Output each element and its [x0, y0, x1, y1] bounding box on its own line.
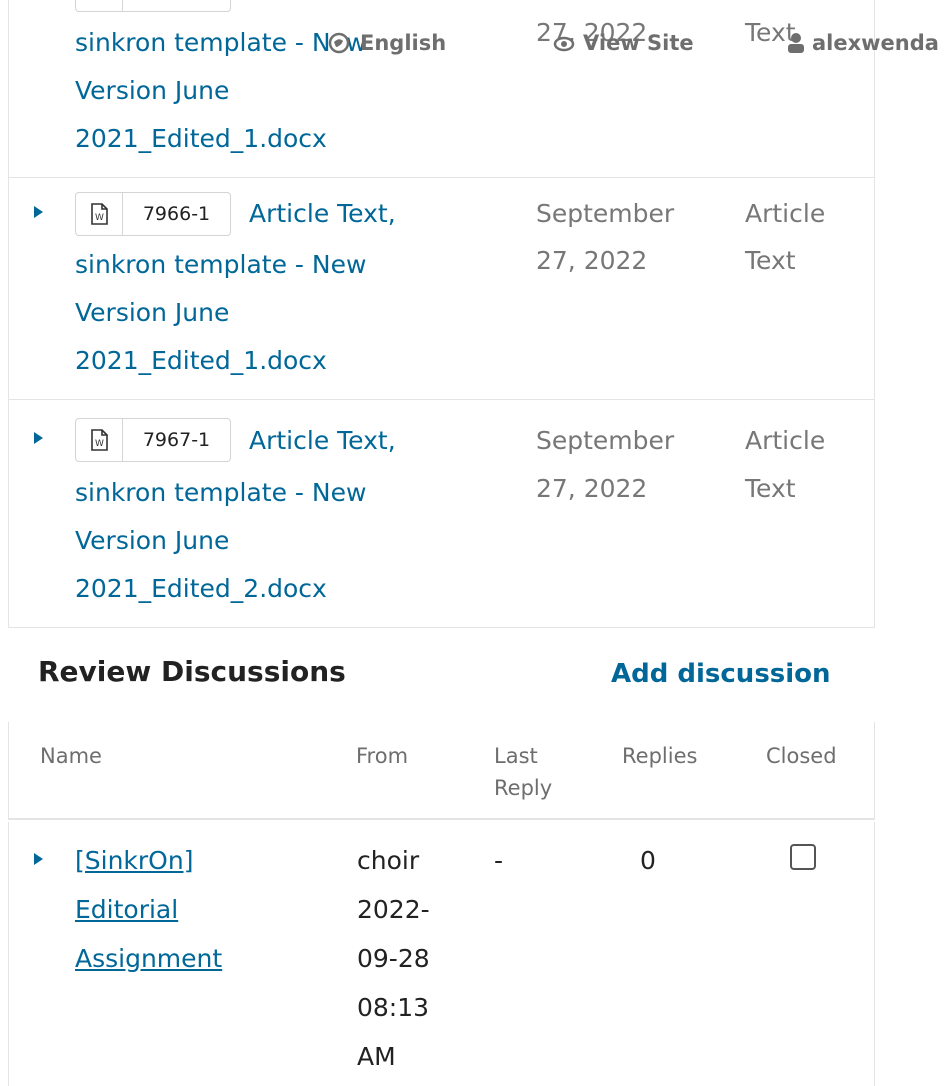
file-name-link[interactable]: sinkron template - New [75, 469, 366, 517]
expand-row-toggle[interactable] [34, 432, 43, 444]
file-type: Article [745, 426, 826, 455]
column-header-name: Name [40, 744, 102, 768]
file-date: September [536, 426, 675, 455]
file-id: 7966-1 [142, 203, 211, 225]
file-type: Article [745, 199, 826, 228]
user-menu[interactable]: alexwenda [787, 28, 939, 58]
column-header-closed: Closed [766, 744, 837, 768]
file-name-link[interactable]: Version June [75, 289, 229, 337]
file-name-link[interactable]: Article Text, [249, 190, 396, 238]
file-name-link[interactable]: Version June [75, 517, 229, 565]
file-badge: W 7966-1 [75, 192, 231, 236]
file-name-link[interactable]: sinkron template - New [75, 241, 366, 289]
svg-text:W: W [95, 213, 104, 223]
view-site-label: View Site [583, 31, 694, 55]
word-doc-icon: W [76, 193, 123, 235]
add-discussion-link[interactable]: Add discussion [611, 659, 831, 689]
discussion-last-reply: - [494, 846, 504, 875]
file-name-link[interactable]: sinkron template - New [75, 19, 366, 67]
closed-checkbox[interactable] [790, 844, 816, 870]
file-badge [75, 0, 231, 12]
section-title: Review Discussions [38, 655, 346, 688]
expand-row-toggle[interactable] [34, 853, 43, 865]
file-name-link[interactable]: Article Text, [249, 417, 396, 465]
eye-icon [553, 36, 575, 52]
user-icon [788, 33, 804, 53]
discussion-table-header [8, 722, 875, 820]
file-name-link[interactable]: 2021_Edited_1.docx [75, 115, 327, 163]
column-header-replies: Replies [622, 744, 698, 768]
discussion-title-link[interactable]: [SinkrOn] Editorial Assignment [75, 836, 265, 983]
file-id: 7967-1 [142, 429, 211, 451]
globe-icon [328, 32, 350, 54]
discussion-from: choir 2022- 09-28 08:13 AM [357, 846, 430, 1071]
file-name-link[interactable]: 2021_Edited_1.docx [75, 337, 327, 385]
column-header-last-reply: Reply [494, 776, 553, 800]
column-header-from: From [356, 744, 409, 768]
file-date: 27, 2022 [536, 474, 648, 503]
word-doc-icon [76, 0, 123, 11]
file-type: Text [745, 246, 796, 275]
file-name-link[interactable]: Version June [75, 67, 229, 115]
expand-row-toggle[interactable] [34, 206, 43, 218]
file-name-link[interactable]: 2021_Edited_2.docx [75, 565, 327, 613]
file-date: September [536, 199, 675, 228]
file-type: Text [745, 474, 796, 503]
language-label: English [360, 31, 447, 55]
word-doc-icon: W [76, 419, 123, 461]
discussion-replies-count: 0 [640, 846, 656, 875]
column-header-last-reply: Last [494, 744, 538, 768]
language-menu[interactable]: English [328, 28, 446, 58]
file-badge: W 7967-1 [75, 418, 231, 462]
file-date: 27, 2022 [536, 246, 648, 275]
username-label: alexwenda [812, 31, 939, 55]
svg-text:W: W [95, 439, 104, 449]
view-site-link[interactable]: View Site [553, 28, 694, 58]
